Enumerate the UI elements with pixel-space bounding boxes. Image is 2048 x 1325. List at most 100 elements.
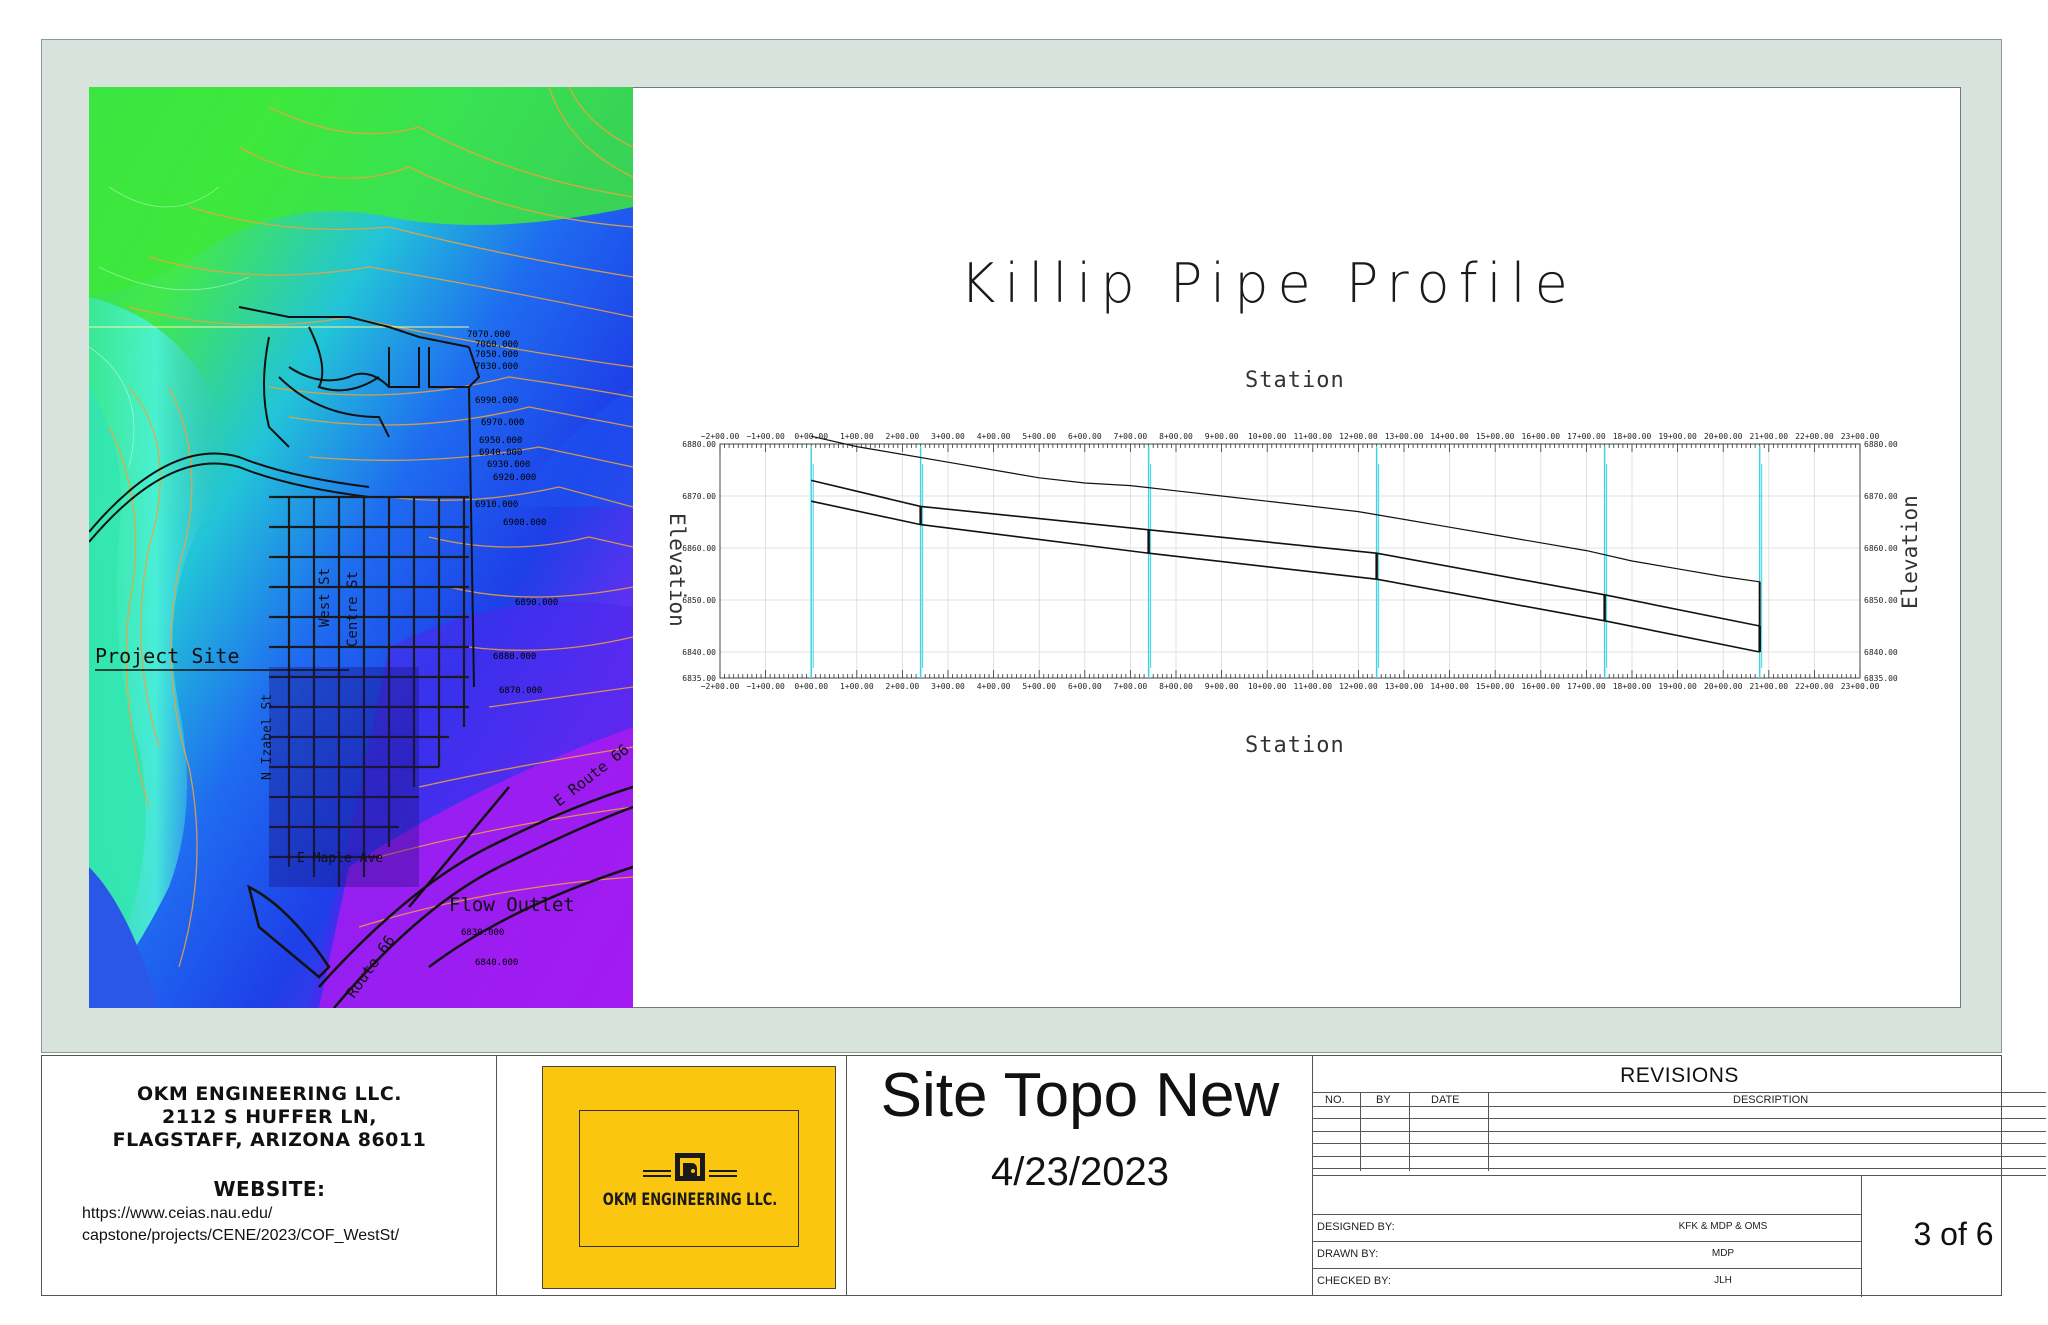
street-label: E Maple Ave [297, 851, 383, 866]
y-tick-label-left: 6870.00 [682, 492, 716, 501]
x-tick-label-top: 20+00.00 [1704, 432, 1743, 441]
x-tick-label-top: 16+00.00 [1522, 432, 1561, 441]
x-tick-label-top: 15+00.00 [1476, 432, 1515, 441]
drawn-by-value: MDP [1711, 1248, 1735, 1259]
contour-label: 6970.000 [481, 418, 524, 428]
designed-by-label: DESIGNED BY: [1317, 1221, 1395, 1233]
sheet-title: Site Topo New [880, 1061, 1280, 1130]
contour-label: 7060.000 [475, 340, 518, 350]
x-tick-label-top: −1+00.00 [746, 432, 785, 441]
plot-frame [719, 443, 1861, 679]
contour-label: 6880.000 [493, 652, 536, 662]
x-tick-label-top: 22+00.00 [1795, 432, 1834, 441]
company-address-line1: 2112 S HUFFER LN, [161, 1106, 378, 1128]
x-tick-label-top: 9+00.00 [1205, 432, 1239, 441]
rev-header-date: DATE [1431, 1094, 1460, 1106]
x-tick-label-bottom: 11+00.00 [1294, 682, 1333, 691]
contour-label: 6990.000 [475, 396, 518, 406]
x-tick-label-top: 6+00.00 [1068, 432, 1102, 441]
rev-header-description: DESCRIPTION [1733, 1094, 1809, 1106]
contour-label: 6890.000 [515, 598, 558, 608]
contour-label: 6870.000 [499, 686, 542, 696]
profile-title: Killip Pipe Profile [960, 252, 1577, 315]
profile-chart-svg: −2+00.00−2+00.00−1+00.00−1+00.000+00.000… [665, 432, 1922, 691]
x-tick-label-bottom: 17+00.00 [1567, 682, 1606, 691]
contour-label: 7070.000 [467, 330, 510, 340]
x-tick-label-top: 17+00.00 [1567, 432, 1606, 441]
revisions-cell: REVISIONS NO. BY DATE DESCRIPTION DESIGN… [1313, 1056, 2046, 1297]
sheet-title-cell: Site Topo New 4/23/2023 [847, 1056, 1313, 1295]
drawing-sheet: 7070.000 7060.000 7050.000 7030.000 6990… [0, 0, 2048, 1325]
y-tick-label-right: 6850.00 [1864, 596, 1898, 605]
street-label: Centre St [345, 571, 361, 647]
contour-label: 6840.000 [475, 958, 518, 968]
website-label: WEBSITE: [213, 1177, 326, 1201]
website-url[interactable]: https://www.ceias.nau.edu/ [82, 1205, 272, 1223]
street-label: N Izabel St [260, 694, 275, 780]
y-tick-label-left: 6840.00 [682, 648, 716, 657]
contour-label: 6830.000 [461, 928, 504, 938]
sheet-date: 4/23/2023 [991, 1150, 1169, 1194]
pipe-line [811, 500, 1760, 653]
x-tick-label-top: 3+00.00 [931, 432, 965, 441]
x-tick-label-bottom: 2+00.00 [886, 682, 920, 691]
y-tick-label-left: 6880.00 [682, 440, 716, 449]
y-tick-label-right: 6870.00 [1864, 492, 1898, 501]
x-tick-label-bottom: −1+00.00 [746, 682, 785, 691]
project-site-label: Project Site [95, 644, 240, 668]
logo-frame: OKM ENGINEERING LLC. [579, 1110, 799, 1247]
logo-text: OKM ENGINEERING LLC. [602, 1190, 778, 1210]
x-tick-label-bottom: 16+00.00 [1522, 682, 1561, 691]
x-tick-label-top: 21+00.00 [1750, 432, 1789, 441]
topo-map: 7070.000 7060.000 7050.000 7030.000 6990… [89, 87, 633, 1008]
x-tick-label-bottom: 7+00.00 [1114, 682, 1148, 691]
x-tick-label-bottom: 19+00.00 [1658, 682, 1697, 691]
station-axis-label-bottom: Station [1245, 733, 1345, 758]
contour-label: 6920.000 [493, 473, 536, 483]
contour-label: 6940.000 [479, 448, 522, 458]
elevation-axis-label-right: Elevation [1898, 495, 1920, 609]
station-axis-label-top: Station [1245, 368, 1345, 393]
pipe-line [811, 479, 1760, 627]
contour-label: 6950.000 [479, 436, 522, 446]
contour-label: 6910.000 [475, 500, 518, 510]
company-logo: OKM ENGINEERING LLC. [542, 1066, 836, 1289]
y-tick-label-left: 6835.00 [682, 674, 716, 683]
elevation-axis-label-left: Elevation [665, 513, 689, 627]
x-tick-label-top: 7+00.00 [1114, 432, 1148, 441]
street-label: West St [317, 568, 333, 627]
x-tick-label-top: 19+00.00 [1658, 432, 1697, 441]
x-tick-label-top: 10+00.00 [1248, 432, 1287, 441]
rev-header-by: BY [1376, 1094, 1391, 1106]
contour-label: 6930.000 [487, 460, 530, 470]
topo-map-image: 7070.000 7060.000 7050.000 7030.000 6990… [89, 87, 633, 1008]
company-info: OKM ENGINEERING LLC. 2112 S HUFFER LN, F… [42, 1056, 497, 1295]
x-tick-label-bottom: 9+00.00 [1205, 682, 1239, 691]
y-tick-label-right: 6835.00 [1864, 674, 1898, 683]
contour-label: 7030.000 [475, 362, 518, 372]
x-tick-label-top: 11+00.00 [1294, 432, 1333, 441]
x-tick-label-bottom: 5+00.00 [1022, 682, 1056, 691]
rev-header-no: NO. [1325, 1094, 1345, 1106]
x-tick-label-bottom: 18+00.00 [1613, 682, 1652, 691]
x-tick-label-bottom: −2+00.00 [701, 682, 740, 691]
x-tick-label-top: 14+00.00 [1430, 432, 1469, 441]
x-tick-label-bottom: 10+00.00 [1248, 682, 1287, 691]
x-tick-label-top: 12+00.00 [1339, 432, 1378, 441]
checked-by-value: JLH [1714, 1275, 1732, 1286]
x-tick-label-bottom: 1+00.00 [840, 682, 874, 691]
x-tick-label-top: 8+00.00 [1159, 432, 1193, 441]
company-name: OKM ENGINEERING LLC. [137, 1083, 402, 1105]
x-tick-label-bottom: 12+00.00 [1339, 682, 1378, 691]
contour-label: 7050.000 [475, 350, 518, 360]
pipe-profile-chart: −2+00.00 −2+00.00 −1+00.00 −1+00.00 0+00.00 0… [650, 420, 1922, 700]
x-tick-label-top: 13+00.00 [1385, 432, 1424, 441]
okm-logo-icon [643, 1153, 737, 1181]
flow-outlet-label: Flow Outlet [449, 894, 575, 916]
x-tick-label-top: 2+00.00 [886, 432, 920, 441]
x-tick-label-bottom: 8+00.00 [1159, 682, 1193, 691]
website-url[interactable]: capstone/projects/CENE/2023/COF_WestSt/ [82, 1227, 399, 1245]
x-tick-label-bottom: 21+00.00 [1750, 682, 1789, 691]
x-tick-label-bottom: 23+00.00 [1841, 682, 1880, 691]
y-tick-label-right: 6840.00 [1864, 648, 1898, 657]
